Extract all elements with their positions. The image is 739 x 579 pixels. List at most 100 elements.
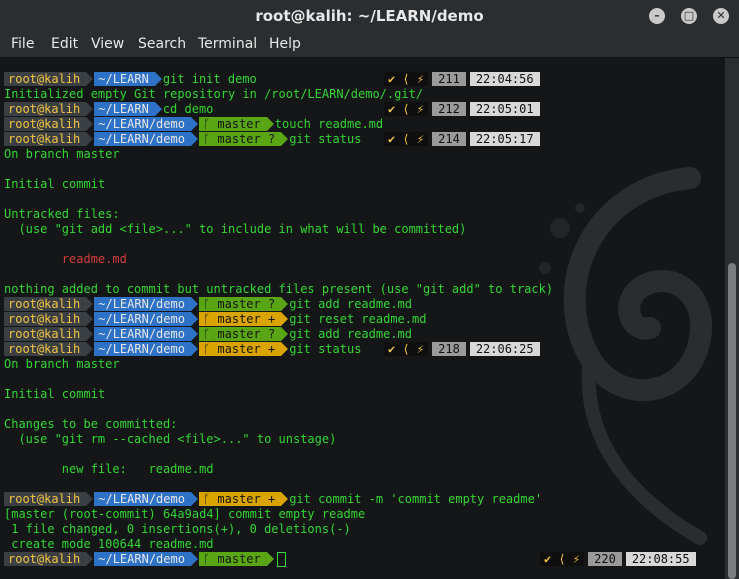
prompt-directory: ~/LEARN/demo xyxy=(94,132,198,146)
prompt-user: root@kalih xyxy=(4,297,94,311)
menu-help[interactable]: Help xyxy=(269,36,301,52)
branch-label: master ? xyxy=(217,297,276,311)
prompt-git-branch: ᚴ master + xyxy=(198,312,289,326)
menu-file[interactable]: File xyxy=(11,36,34,52)
menu-edit[interactable]: Edit xyxy=(51,36,78,52)
prompt-user: root@kalih xyxy=(4,342,94,356)
command-text: git reset readme.md xyxy=(289,312,427,326)
command-text: git commit -m 'commit empty readme' xyxy=(289,492,543,506)
prompt-line: root@kalih ~/LEARN/demo ᚴ master ? git add … xyxy=(4,327,412,342)
prompt-line: root@kalih ~/LEARN git init demo xyxy=(4,72,257,87)
menu-view[interactable]: View xyxy=(91,36,124,52)
prompt-directory: ~/LEARN xyxy=(94,72,162,86)
history-number: 211 xyxy=(432,72,466,86)
menu-bar: File Edit View Search Terminal Help xyxy=(0,33,739,58)
output-line: create mode 100644 readme.md xyxy=(4,537,214,551)
prompt-line: root@kalih ~/LEARN/demo ᚴ master + git rese… xyxy=(4,312,426,327)
command-text: git status xyxy=(289,132,362,146)
status-icons: ✔ ⟨ ⚡ xyxy=(384,132,429,146)
git-branch-icon: ᚴ xyxy=(202,297,211,311)
status-icons: ✔ ⟨ ⚡ xyxy=(384,342,429,356)
menu-search[interactable]: Search xyxy=(138,36,186,52)
branch-label: master ? xyxy=(217,327,276,341)
prompt-user: root@kalih xyxy=(4,492,94,506)
git-branch-icon: ᚴ xyxy=(202,492,211,506)
prompt-line: root@kalih ~/LEARN/demo ᚴ master touch read… xyxy=(4,117,383,132)
output-line: Untracked files: xyxy=(4,207,120,221)
window-title: root@kalih: ~/LEARN/demo xyxy=(255,7,484,25)
output-line: Initialized empty Git repository in /roo… xyxy=(4,87,424,101)
output-line: On branch master xyxy=(4,357,120,371)
prompt-line: root@kalih ~/LEARN/demo ᚴ master + git comm… xyxy=(4,492,542,507)
output-line: On branch master xyxy=(4,147,120,161)
prompt-user: root@kalih xyxy=(4,132,94,146)
command-text: git init demo xyxy=(162,72,257,86)
terminal-window: root@kalih: ~/LEARN/demo – □ ✕ File Edit… xyxy=(0,0,739,579)
menu-terminal[interactable]: Terminal xyxy=(198,36,257,52)
output-line: Initial commit xyxy=(4,177,106,191)
minimize-icon[interactable]: – xyxy=(649,8,665,24)
git-branch-icon: ᚴ xyxy=(202,552,211,566)
prompt-git-branch: ᚴ master ? xyxy=(198,132,289,146)
close-icon[interactable]: ✕ xyxy=(713,8,729,24)
text-cursor xyxy=(276,552,286,567)
prompt-line: root@kalih ~/LEARN/demo ᚴ master ? git stat… xyxy=(4,132,361,147)
title-bar[interactable]: root@kalih: ~/LEARN/demo – □ ✕ xyxy=(0,0,739,33)
scrollbar[interactable] xyxy=(725,58,739,579)
prompt-git-branch: ᚴ master + xyxy=(198,342,289,356)
prompt-directory: ~/LEARN/demo xyxy=(94,312,198,326)
right-prompt: ✔ ⟨ ⚡ 220 22:08:55 xyxy=(536,552,696,567)
timestamp: 22:08:55 xyxy=(625,552,696,566)
status-icons: ✔ ⟨ ⚡ xyxy=(540,552,585,566)
branch-label: master xyxy=(217,552,261,566)
git-branch-icon: ᚴ xyxy=(202,132,211,146)
command-text: git add readme.md xyxy=(289,327,413,341)
git-branch-icon: ᚴ xyxy=(202,342,211,356)
timestamp: 22:05:17 xyxy=(469,132,540,146)
timestamp: 22:06:25 xyxy=(469,342,540,356)
history-number: 218 xyxy=(432,342,466,356)
prompt-git-branch: ᚴ master xyxy=(198,552,274,566)
prompt-line: root@kalih ~/LEARN/demo ᚴ master ? git add … xyxy=(4,297,412,312)
branch-label: master xyxy=(217,117,261,131)
prompt-directory: ~/LEARN/demo xyxy=(94,492,198,506)
prompt-user: root@kalih xyxy=(4,102,94,116)
output-line: [master (root-commit) 64a9ad4] commit em… xyxy=(4,507,366,521)
output-line: readme.md xyxy=(4,252,127,266)
prompt-user: root@kalih xyxy=(4,72,94,86)
prompt-user: root@kalih xyxy=(4,117,94,131)
prompt-user: root@kalih xyxy=(4,312,94,326)
prompt-git-branch: ᚴ master + xyxy=(198,492,289,506)
output-line: Changes to be committed: xyxy=(4,417,178,431)
branch-label: master ? xyxy=(217,132,276,146)
output-line: Initial commit xyxy=(4,387,106,401)
prompt-directory: ~/LEARN xyxy=(94,102,162,116)
prompt-line: root@kalih ~/LEARN cd demo xyxy=(4,102,213,117)
status-icons: ✔ ⟨ ⚡ xyxy=(384,102,429,116)
output-line: new file: readme.md xyxy=(4,462,214,476)
scrollbar-thumb[interactable] xyxy=(728,263,736,579)
maximize-icon[interactable]: □ xyxy=(681,8,697,24)
prompt-git-branch: ᚴ master xyxy=(198,117,274,131)
history-number: 220 xyxy=(588,552,622,566)
prompt-user: root@kalih xyxy=(4,552,94,566)
output-line: nothing added to commit but untracked fi… xyxy=(4,282,554,296)
prompt-directory: ~/LEARN/demo xyxy=(94,342,198,356)
command-text: touch readme.md xyxy=(274,117,384,131)
prompt-user: root@kalih xyxy=(4,327,94,341)
command-text: git status xyxy=(289,342,362,356)
command-text: git add readme.md xyxy=(289,297,413,311)
debian-swirl-icon xyxy=(539,167,713,545)
right-prompt: ✔ ⟨ ⚡ 212 22:05:01 xyxy=(380,102,540,117)
right-prompt: ✔ ⟨ ⚡ 214 22:05:17 xyxy=(380,132,540,147)
prompt-git-branch: ᚴ master ? xyxy=(198,327,289,341)
status-icons: ✔ ⟨ ⚡ xyxy=(384,72,429,86)
terminal-output[interactable]: ✔ ⟨ ⚡ 211 22:04:56 root@kalih ~/LEARN git ini… xyxy=(0,58,725,579)
prompt-directory: ~/LEARN/demo xyxy=(94,327,198,341)
branch-label: master + xyxy=(217,312,276,326)
command-text: cd demo xyxy=(162,102,214,116)
prompt-directory: ~/LEARN/demo xyxy=(94,297,198,311)
right-prompt: ✔ ⟨ ⚡ 211 22:04:56 xyxy=(380,72,540,87)
git-branch-icon: ᚴ xyxy=(202,117,211,131)
branch-label: master + xyxy=(217,342,276,356)
